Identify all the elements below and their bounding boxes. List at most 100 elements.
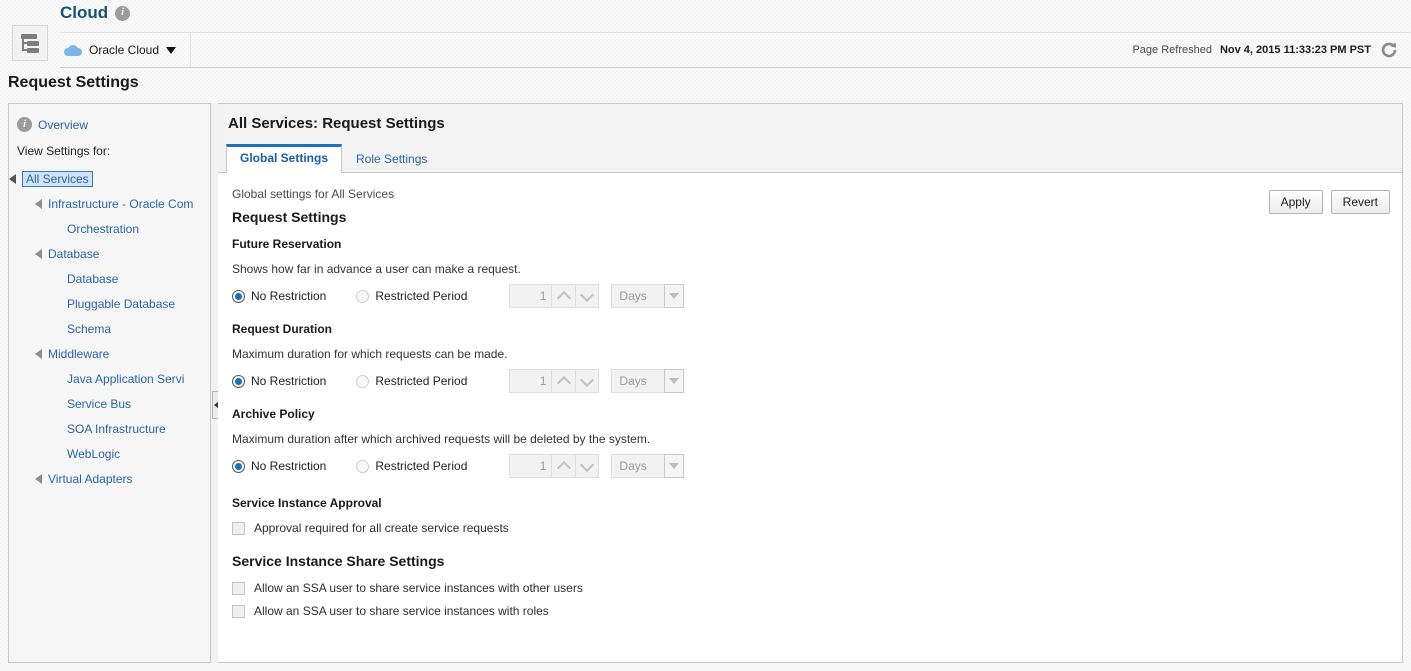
sidebar-overview-link[interactable]: i Overview (9, 104, 210, 132)
tree-item-virtual-adapters[interactable]: Virtual Adapters (9, 466, 210, 491)
group-description: Maximum duration for which requests can … (232, 347, 508, 361)
radio-restricted-period-label: Restricted Period (375, 459, 468, 473)
settings-form-area: Apply Revert Global settings for All Ser… (218, 173, 1402, 662)
page-body: i Overview View Settings for: All Servic… (8, 103, 1403, 663)
group-archive-policy: Archive Policy Maximum duration after whi… (232, 407, 1392, 478)
tab-global-settings[interactable]: Global Settings (226, 144, 343, 173)
tree-item-label: WebLogic (67, 446, 121, 461)
spinner-decrement-button[interactable] (575, 454, 600, 478)
select-dropdown-button[interactable] (664, 454, 685, 478)
info-icon[interactable]: i (115, 5, 131, 21)
tree-item-middleware[interactable]: Middleware (9, 341, 210, 366)
duration-spinner-future-reservation[interactable]: 1 (509, 284, 600, 308)
tree-item-orchestration[interactable]: Orchestration (9, 216, 210, 241)
group-description: Maximum duration after which archived re… (232, 432, 651, 446)
group-heading: Archive Policy (232, 407, 315, 421)
duration-unit-value[interactable]: Days (611, 369, 665, 393)
radio-button-unselected[interactable] (356, 459, 370, 473)
spinner-increment-button[interactable] (551, 369, 576, 393)
tree-item-soa-infrastructure[interactable]: SOA Infrastructure (9, 416, 210, 441)
tree-expand-icon[interactable] (35, 348, 42, 359)
radio-restricted-period-request-duration[interactable]: Restricted Period (356, 374, 467, 388)
radio-no-restriction-label: No Restriction (251, 289, 327, 303)
content-panel: All Services: Request Settings Global Se… (218, 103, 1403, 663)
select-dropdown-button[interactable] (664, 284, 685, 308)
tree-item-database[interactable]: Database (9, 266, 210, 291)
tree-item-label: Pluggable Database (67, 296, 176, 311)
radio-button-selected[interactable] (232, 374, 245, 388)
duration-unit-value[interactable]: Days (611, 284, 665, 308)
chevron-down-icon (580, 372, 595, 387)
spinner-increment-button[interactable] (551, 454, 576, 478)
spinner-decrement-button[interactable] (575, 369, 600, 393)
group-request-duration: Request Duration Maximum duration for whi… (232, 322, 1392, 393)
approval-checkbox-row[interactable]: Approval required for all create service… (232, 521, 1392, 535)
radio-button-selected[interactable] (232, 289, 245, 303)
app-title: Cloud i (60, 3, 131, 23)
application-window: Cloud i Oracle Cloud Page Refreshed Nov … (0, 0, 1411, 671)
share-settings-section: Service Instance Share Settings Allow an… (232, 553, 1392, 618)
radio-restricted-period-future-reservation[interactable]: Restricted Period (356, 289, 467, 303)
request-settings-form: Request Settings Future Reservation Shows… (232, 209, 1392, 627)
tab-role-settings[interactable]: Role Settings (342, 145, 441, 173)
cloud-icon (64, 44, 82, 56)
duration-spinner-value[interactable]: 1 (509, 284, 552, 308)
tree-item-database[interactable]: Database (9, 241, 210, 266)
duration-spinner-value[interactable]: 1 (509, 454, 552, 478)
tree-item-weblogic[interactable]: WebLogic (9, 441, 210, 466)
radio-no-restriction-archive-policy[interactable]: No Restriction (232, 459, 326, 473)
chevron-down-icon (669, 293, 680, 299)
tree-item-schema[interactable]: Schema (9, 316, 210, 341)
radio-no-restriction-future-reservation[interactable]: No Restriction (232, 289, 326, 303)
duration-spinner-archive-policy[interactable]: 1 (509, 454, 600, 478)
refresh-icon[interactable] (1379, 40, 1399, 60)
chevron-down-icon (580, 287, 595, 302)
share-checkbox-row[interactable]: Allow an SSA user to share service insta… (232, 581, 1392, 595)
tree-item-all-services[interactable]: All Services (9, 166, 210, 191)
duration-unit-value[interactable]: Days (611, 454, 665, 478)
duration-unit-select-request-duration[interactable]: Days (611, 369, 685, 393)
duration-unit-select-future-reservation[interactable]: Days (611, 284, 685, 308)
tree-item-label: Infrastructure - Oracle Com (48, 196, 194, 211)
context-chooser-bar: Oracle Cloud Page Refreshed Nov 4, 2015 … (60, 32, 1411, 68)
share-checkbox-row[interactable]: Allow an SSA user to share service insta… (232, 604, 1392, 618)
tree-item-service-bus[interactable]: Service Bus (9, 391, 210, 416)
radio-button-unselected[interactable] (356, 374, 370, 388)
radio-restricted-period-archive-policy[interactable]: Restricted Period (356, 459, 467, 473)
tree-item-pluggable-database[interactable]: Pluggable Database (9, 291, 210, 316)
intro-note: Global settings for All Services (232, 187, 395, 201)
refresh-timestamp: Nov 4, 2015 11:33:23 PM PST (1219, 44, 1371, 56)
tree-expand-icon[interactable] (35, 473, 42, 484)
share-checkbox-label: Allow an SSA user to share service insta… (254, 581, 583, 595)
tree-expand-icon[interactable] (9, 173, 16, 184)
duration-spinner-value[interactable]: 1 (509, 369, 552, 393)
cloud-chooser-dropdown[interactable]: Oracle Cloud (60, 33, 192, 67)
approval-checkbox[interactable] (232, 521, 245, 535)
tree-expand-icon[interactable] (35, 248, 42, 259)
spinner-increment-button[interactable] (551, 284, 576, 308)
tree-expand-icon[interactable] (35, 198, 42, 209)
sidebar-overview-label: Overview (38, 117, 89, 132)
tab-global-settings-label: Global Settings (240, 151, 329, 165)
radio-restricted-period-label: Restricted Period (375, 289, 468, 303)
spinner-decrement-button[interactable] (575, 284, 600, 308)
content-title: All Services: Request Settings (228, 115, 445, 132)
tree-hierarchy-icon (19, 33, 41, 53)
duration-unit-select-archive-policy[interactable]: Days (611, 454, 685, 478)
restriction-groups: Future Reservation Shows how far in advan… (232, 237, 1392, 478)
approval-heading: Service Instance Approval (232, 496, 382, 510)
tree-item-infrastructure-oracle-com[interactable]: Infrastructure - Oracle Com (9, 191, 210, 216)
tree-item-label: Service Bus (67, 396, 132, 411)
radio-no-restriction-request-duration[interactable]: No Restriction (232, 374, 326, 388)
group-heading: Future Reservation (232, 237, 342, 251)
duration-spinner-request-duration[interactable]: 1 (509, 369, 600, 393)
radio-button-selected[interactable] (232, 459, 245, 473)
share-checkbox[interactable] (232, 581, 245, 595)
share-checkbox[interactable] (232, 604, 245, 618)
select-dropdown-button[interactable] (664, 369, 685, 393)
chevron-down-icon (669, 378, 680, 384)
radio-button-unselected[interactable] (356, 289, 370, 303)
tree-toggle-button[interactable] (12, 25, 48, 61)
tree-item-java-application-servi[interactable]: Java Application Servi (9, 366, 210, 391)
tree-item-label: Middleware (48, 346, 110, 361)
